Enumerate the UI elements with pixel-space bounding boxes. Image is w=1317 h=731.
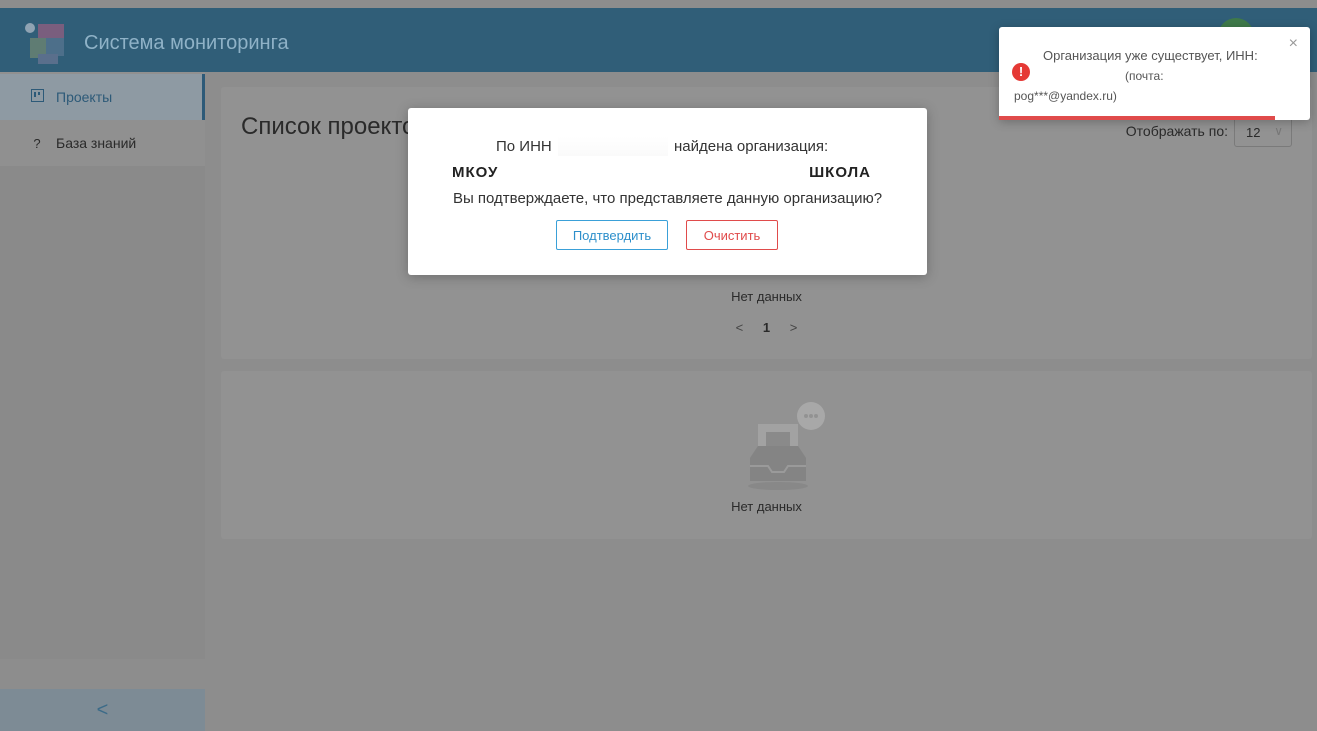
empty-inbox-icon	[730, 386, 840, 496]
pager-current-page[interactable]: 1	[763, 320, 770, 335]
notification-text-line2: (почта:	[1125, 69, 1164, 83]
close-icon[interactable]: ×	[1289, 35, 1298, 53]
per-page-label: Отображать по:	[1125, 123, 1228, 139]
notification-progress-bar	[999, 116, 1275, 120]
notification-text-line3: pog***@yandex.ru)	[1014, 89, 1117, 103]
sidebar-item-label: База знаний	[56, 135, 137, 151]
question-icon: ?	[33, 135, 41, 151]
projects-board-icon	[30, 89, 44, 105]
app-logo-icon[interactable]	[24, 22, 70, 66]
empty-state-text: Нет данных	[731, 289, 802, 304]
app-title: Система мониторинга	[84, 32, 289, 54]
error-notification: ! × Организация уже существует, ИНН: (по…	[999, 27, 1310, 120]
error-icon: !	[1012, 63, 1030, 81]
sidebar-item-knowledge-base[interactable]: ? База знаний	[0, 120, 205, 166]
org-name-right: ШКОЛА	[809, 164, 871, 181]
organization-confirm-dialog: По ИНН найдена организация: МКОУ ШКОЛА В…	[408, 108, 927, 275]
notification-text-line1: Организация уже существует, ИНН:	[1043, 48, 1258, 63]
sidebar-item-label: Проекты	[56, 89, 113, 105]
org-found-label: найдена организация:	[674, 138, 829, 155]
org-name-left: МКОУ	[452, 164, 499, 181]
per-page-value: 12	[1246, 125, 1261, 140]
clear-button[interactable]: Очистить	[686, 220, 778, 250]
sidebar-item-projects[interactable]: Проекты	[0, 74, 205, 120]
per-page-select[interactable]: 12 ∨	[1234, 117, 1292, 147]
pager-prev-button[interactable]: <	[736, 320, 744, 335]
sidebar: Проекты ? База знаний <	[0, 72, 205, 731]
empty-state-text: Нет данных	[731, 499, 802, 514]
pager-next-button[interactable]: >	[790, 320, 798, 335]
empty-card: Нет данных	[221, 371, 1312, 539]
collapse-sidebar-button[interactable]: <	[0, 689, 205, 731]
page-title: Список проектов	[241, 113, 429, 140]
confirm-button[interactable]: Подтвердить	[556, 220, 668, 250]
inn-label: По ИНН	[496, 138, 552, 155]
inn-value-redacted	[558, 136, 668, 156]
pagination: < 1 >	[221, 320, 1312, 335]
chevron-down-icon: ∨	[1274, 124, 1283, 138]
confirm-question: Вы подтверждаете, что представляете данн…	[452, 190, 883, 207]
